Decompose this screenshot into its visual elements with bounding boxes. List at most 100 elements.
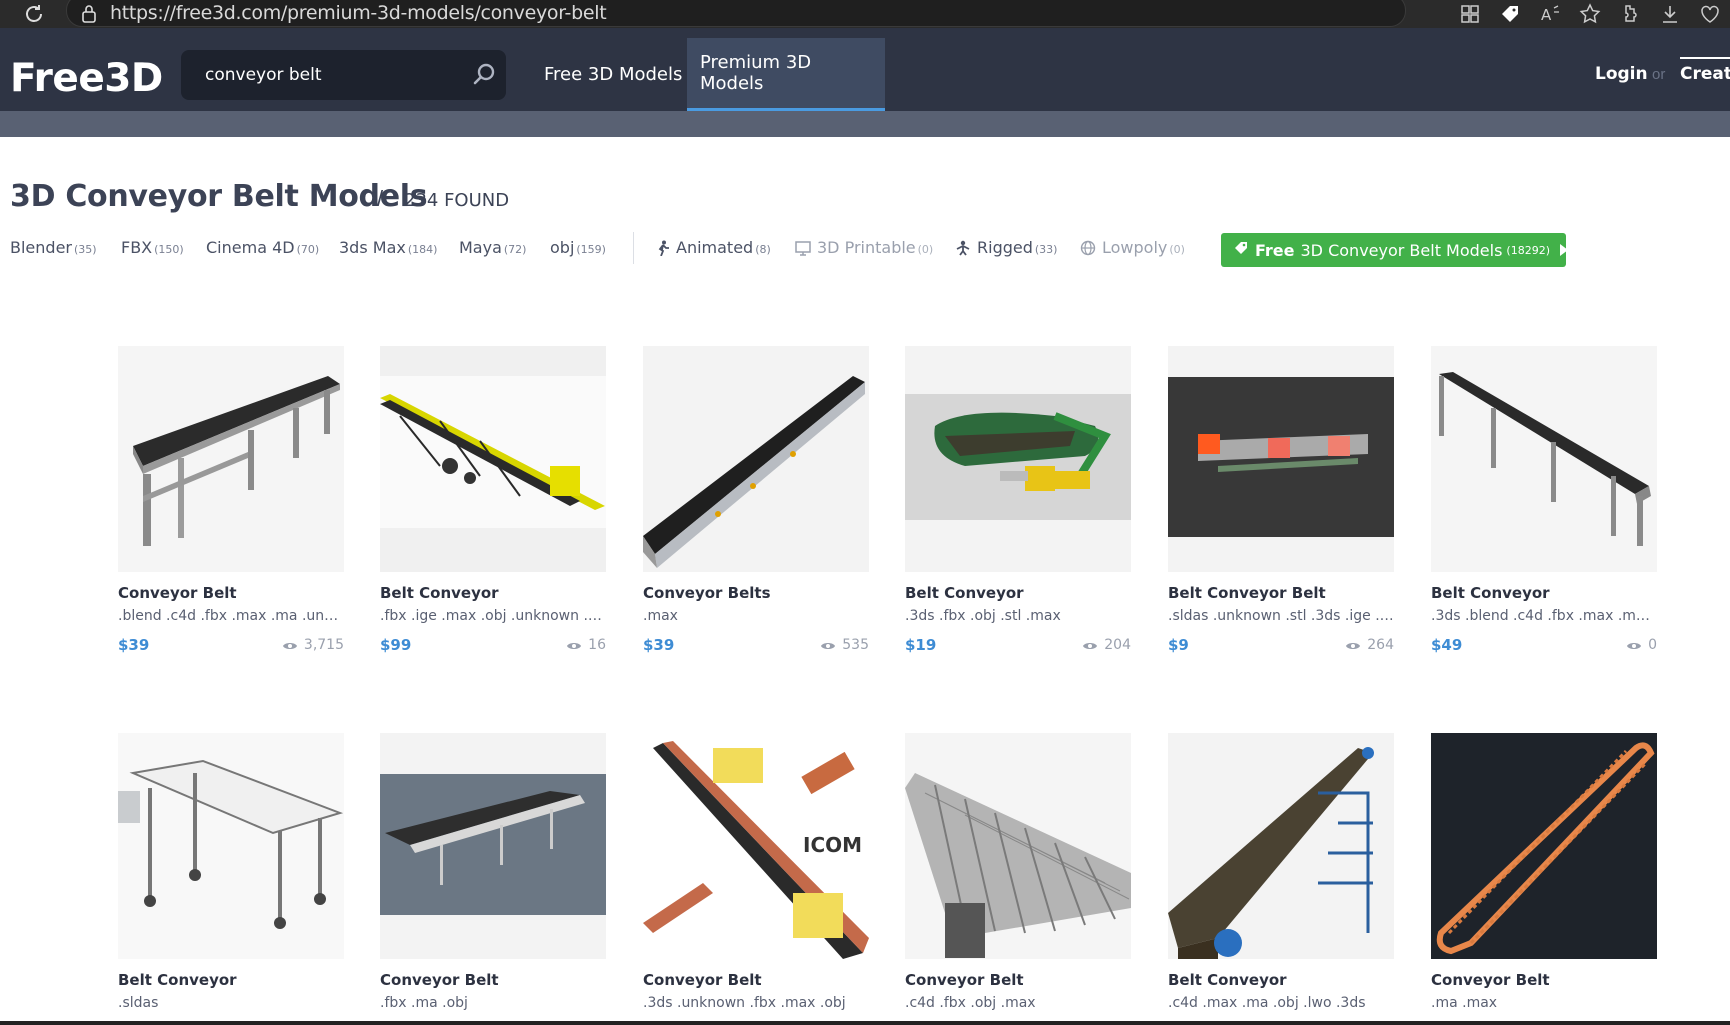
model-card[interactable]: Conveyor Belt .ma .max: [1431, 733, 1657, 1011]
filter-animated[interactable]: Animated (8): [656, 238, 771, 260]
model-formats: .3ds .fbx .obj .stl .max: [905, 608, 1061, 624]
reload-icon[interactable]: [22, 2, 46, 26]
title-separator: /: [377, 186, 384, 211]
svg-text:A: A: [1541, 6, 1552, 24]
filter-3ds-max[interactable]: 3ds Max (184): [339, 238, 437, 257]
model-formats: .3ds .blend .c4d .fbx .max .ma .lwo: [1431, 608, 1657, 624]
results-count: 234 FOUND: [404, 190, 510, 211]
search-icon[interactable]: [471, 62, 497, 88]
green-conveyor-image: [905, 346, 1131, 572]
favorite-star-icon[interactable]: [1570, 2, 1610, 26]
model-title[interactable]: Belt Conveyor: [380, 584, 499, 602]
model-views: 204: [1082, 637, 1131, 655]
filter-divider: [633, 232, 634, 264]
model-title[interactable]: Belt Conveyor: [1168, 971, 1287, 989]
filter-obj[interactable]: obj (159): [550, 238, 606, 257]
free3d-logo[interactable]: Free3D: [10, 56, 163, 101]
model-card[interactable]: Conveyor Belt .c4d .fbx .obj .max: [905, 733, 1131, 1011]
chain-conveyor-image: [1431, 733, 1657, 959]
performance-heart-icon[interactable]: [1690, 2, 1730, 26]
model-thumbnail[interactable]: [1431, 733, 1657, 959]
filter-rigged[interactable]: Rigged (33): [955, 238, 1057, 260]
rigged-figure-icon: [955, 240, 971, 260]
free-models-button[interactable]: Free 3D Conveyor Belt Models (18292): [1221, 233, 1568, 267]
model-formats: .blend .c4d .fbx .max .ma .unknown: [118, 608, 344, 624]
apps-grid-icon[interactable]: [1450, 2, 1490, 26]
model-views: 16: [566, 637, 606, 655]
model-title[interactable]: Conveyor Belt: [1431, 971, 1550, 989]
filter-cinema-4d[interactable]: Cinema 4D (70): [206, 238, 319, 257]
model-thumbnail[interactable]: [118, 733, 344, 959]
inclined-conveyor-image: [1168, 733, 1394, 959]
model-card[interactable]: Belt Conveyor .sldas: [118, 733, 344, 1011]
model-card[interactable]: Belt Conveyor .c4d .max .ma .obj .lwo .3…: [1168, 733, 1394, 1011]
model-thumbnail[interactable]: [380, 733, 606, 959]
model-title[interactable]: Belt Conveyor: [118, 971, 237, 989]
coupon-tag-icon[interactable]: [1490, 2, 1530, 26]
model-title[interactable]: Conveyor Belt: [118, 584, 237, 602]
model-title[interactable]: Conveyor Belt: [380, 971, 499, 989]
model-price: $99: [380, 636, 412, 654]
roller-conveyor-image: [905, 733, 1131, 959]
lock-icon[interactable]: [80, 4, 98, 24]
tab-free-3d-models[interactable]: Free 3D Models: [531, 38, 695, 111]
model-price: $39: [643, 636, 675, 654]
url-text[interactable]: https://free3d.com/premium-3d-models/con…: [110, 2, 607, 24]
model-thumbnail[interactable]: [1168, 733, 1394, 959]
model-card[interactable]: Belt Conveyor .fbx .ige .max .obj .unkno…: [380, 346, 606, 654]
model-title[interactable]: Belt Conveyor: [905, 584, 1024, 602]
model-thumbnail[interactable]: [643, 346, 869, 572]
model-title[interactable]: Belt Conveyor Belt: [1168, 584, 1326, 602]
eye-icon: [820, 639, 836, 655]
filter-fbx[interactable]: FBX (150): [121, 238, 184, 257]
tab-premium-3d-models[interactable]: Premium 3D Models: [687, 38, 885, 111]
model-thumbnail[interactable]: [380, 346, 606, 572]
model-formats: .c4d .fbx .obj .max: [905, 995, 1036, 1011]
model-card[interactable]: Conveyor Belts .max $39 535: [643, 346, 869, 654]
model-thumbnail[interactable]: [1431, 346, 1657, 572]
model-thumbnail[interactable]: ICOM: [643, 733, 869, 959]
login-link[interactable]: Login: [1595, 64, 1648, 84]
icom-watermark: ICOM: [803, 833, 863, 857]
model-title[interactable]: Conveyor Belts: [643, 584, 771, 602]
model-title[interactable]: Conveyor Belt: [643, 971, 762, 989]
model-thumbnail[interactable]: [905, 733, 1131, 959]
conveyor-belt-image: [118, 346, 344, 572]
filter-maya[interactable]: Maya (72): [459, 238, 526, 257]
model-card[interactable]: Belt Conveyor .3ds .fbx .obj .stl .max $…: [905, 346, 1131, 654]
model-formats: .3ds .unknown .fbx .max .obj: [643, 995, 846, 1011]
model-card[interactable]: Belt Conveyor Belt .sldas .unknown .stl …: [1168, 346, 1394, 654]
create-account-link[interactable]: Create: [1680, 57, 1730, 91]
model-thumbnail[interactable]: [905, 346, 1131, 572]
running-person-icon: [656, 240, 670, 260]
filter-3d-printable[interactable]: 3D Printable (0): [795, 238, 933, 260]
model-card[interactable]: Belt Conveyor .3ds .blend .c4d .fbx .max…: [1431, 346, 1657, 654]
filter-lowpoly[interactable]: Lowpoly (0): [1080, 238, 1185, 260]
model-thumbnail[interactable]: [1168, 346, 1394, 572]
model-title[interactable]: Belt Conveyor: [1431, 584, 1550, 602]
model-price: $9: [1168, 636, 1189, 654]
model-title[interactable]: Conveyor Belt: [905, 971, 1024, 989]
filter-blender[interactable]: Blender (35): [10, 238, 97, 257]
read-aloud-icon[interactable]: A: [1530, 2, 1570, 26]
site-header: Free3D Free 3D Models Premium 3D Models …: [0, 28, 1730, 111]
eye-icon: [1082, 639, 1098, 655]
eye-icon: [282, 639, 298, 655]
belt-conveyor-image: [380, 346, 606, 572]
model-thumbnail[interactable]: [118, 346, 344, 572]
browser-toolbar: https://free3d.com/premium-3d-models/con…: [0, 0, 1730, 28]
model-formats: .c4d .max .ma .obj .lwo .3ds: [1168, 995, 1366, 1011]
model-views: 3,715: [282, 637, 344, 655]
search-input[interactable]: [205, 63, 445, 87]
model-views: 264: [1345, 637, 1394, 655]
model-card[interactable]: ICOM Conveyor Belt .3ds .unknown .fbx .m…: [643, 733, 869, 1011]
download-icon[interactable]: [1650, 2, 1690, 26]
taskbar-edge: [0, 1021, 1730, 1025]
belt-conveyor-cart-image: [118, 733, 344, 959]
eye-icon: [1626, 639, 1642, 655]
printer-monitor-icon: [795, 241, 811, 260]
extensions-icon[interactable]: [1610, 2, 1650, 26]
belt-conveyor-belt-image: [1168, 346, 1394, 572]
model-card[interactable]: Conveyor Belt .fbx .ma .obj: [380, 733, 606, 1011]
model-card[interactable]: Conveyor Belt .blend .c4d .fbx .max .ma …: [118, 346, 344, 654]
